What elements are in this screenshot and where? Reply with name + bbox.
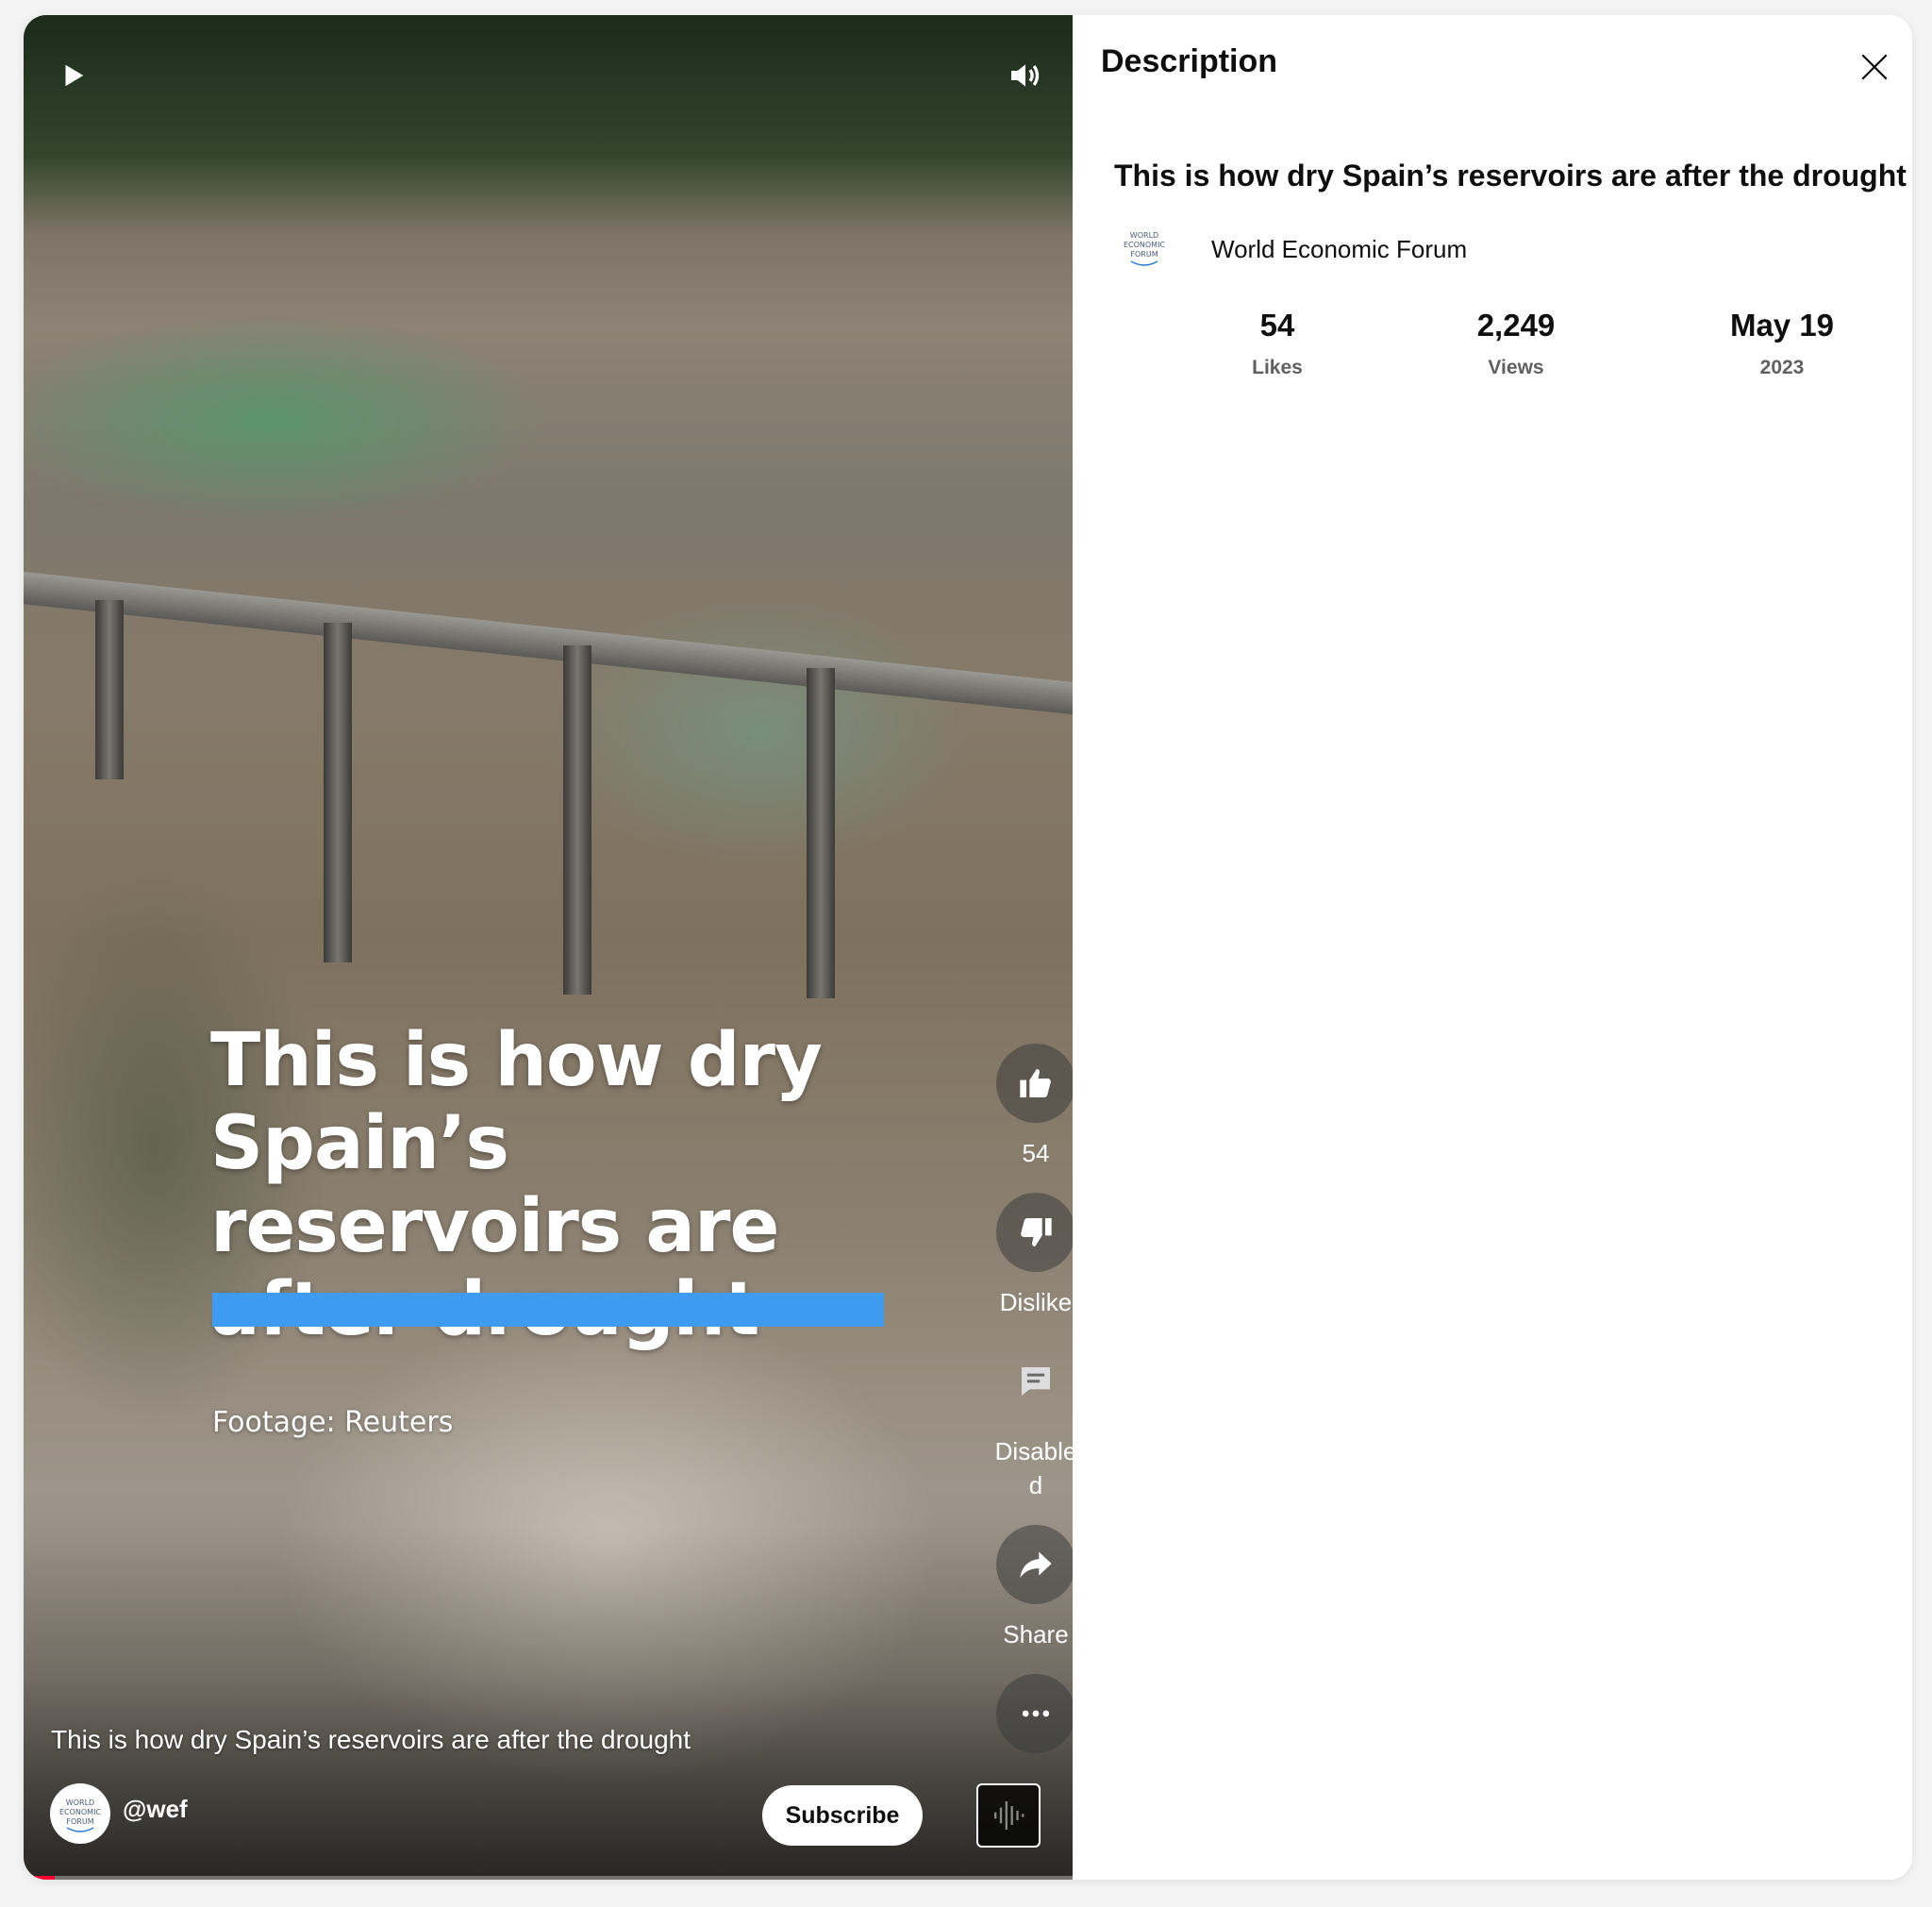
progress-bar[interactable] bbox=[24, 1876, 1073, 1880]
channel-logo-line-2: ECONOMIC bbox=[1124, 241, 1165, 249]
comment-icon bbox=[1022, 1367, 1050, 1396]
channel-logo[interactable]: WORLD ECONOMIC FORUM bbox=[1114, 228, 1174, 272]
subscribe-button[interactable]: Subscribe bbox=[762, 1785, 923, 1846]
channel-logo-line-1: WORLD bbox=[1130, 231, 1158, 240]
sound-button[interactable] bbox=[976, 1783, 1041, 1848]
like-action[interactable]: 54 bbox=[967, 1044, 1073, 1170]
dislike-action[interactable]: Dislike bbox=[967, 1193, 1073, 1319]
stat-label: Likes bbox=[1252, 357, 1303, 378]
volume-button[interactable] bbox=[999, 49, 1052, 102]
channel-handle[interactable]: @wef bbox=[123, 1795, 188, 1824]
avatar-logo-line-2: ECONOMIC bbox=[59, 1808, 101, 1816]
more-action[interactable] bbox=[967, 1674, 1073, 1753]
video-shade bbox=[24, 15, 1073, 1880]
comments-action: Disable d bbox=[967, 1342, 1073, 1502]
video-caption[interactable]: This is how dry Spain’s reservoirs are a… bbox=[51, 1725, 691, 1755]
stat-date: May 19 2023 bbox=[1678, 308, 1886, 379]
share-label: Share bbox=[1003, 1620, 1069, 1648]
play-button[interactable] bbox=[46, 49, 99, 102]
stat-value: 54 bbox=[1259, 308, 1295, 343]
thumbs-down-icon bbox=[1021, 1218, 1052, 1246]
stat-label: Views bbox=[1488, 357, 1544, 378]
video-overlay-credit: Footage: Reuters bbox=[212, 1406, 454, 1439]
dislike-label: Dislike bbox=[999, 1288, 1073, 1316]
panel-title: Description bbox=[1101, 43, 1278, 79]
shorts-viewer: This is how dry Spain’s reservoirs are a… bbox=[24, 15, 1912, 1880]
stat-label: 2023 bbox=[1759, 357, 1805, 378]
close-button[interactable] bbox=[1851, 43, 1898, 91]
stat-likes: 54 Likes bbox=[1174, 308, 1381, 379]
volume-icon bbox=[1011, 64, 1040, 87]
comments-button bbox=[996, 1342, 1073, 1421]
progress-fill bbox=[24, 1876, 56, 1880]
world-economic-forum-logo: WORLD ECONOMIC FORUM bbox=[1124, 231, 1165, 266]
like-button[interactable] bbox=[996, 1044, 1073, 1123]
dislike-button[interactable] bbox=[996, 1193, 1073, 1272]
sound-wave-icon bbox=[994, 1801, 1024, 1830]
channel-avatar[interactable]: WORLD ECONOMIC FORUM bbox=[50, 1783, 110, 1844]
stat-value: May 19 bbox=[1729, 308, 1835, 343]
share-action[interactable]: Share bbox=[967, 1525, 1073, 1651]
like-count: 54 bbox=[1022, 1139, 1050, 1167]
more-button[interactable] bbox=[996, 1674, 1073, 1753]
video-title: This is how dry Spain’s reservoirs are a… bbox=[1114, 159, 1907, 192]
world-economic-forum-logo: WORLD ECONOMIC FORUM bbox=[59, 1798, 101, 1832]
video-overlay-bar bbox=[212, 1293, 884, 1327]
more-dots-icon bbox=[1022, 1710, 1050, 1717]
thumbs-up-icon bbox=[1020, 1069, 1051, 1097]
description-panel: Description This is how dry Spain’s rese… bbox=[1073, 15, 1912, 1880]
close-icon bbox=[1861, 54, 1888, 80]
stat-views: 2,249 Views bbox=[1412, 308, 1620, 379]
comments-label: Disable d bbox=[994, 1437, 1073, 1499]
avatar-logo-line-3: FORUM bbox=[66, 1817, 93, 1826]
share-arrow-icon bbox=[1020, 1551, 1052, 1579]
channel-logo-line-3: FORUM bbox=[1130, 250, 1158, 259]
channel-name[interactable]: World Economic Forum bbox=[1211, 235, 1467, 264]
stat-value: 2,249 bbox=[1476, 308, 1556, 343]
share-button[interactable] bbox=[996, 1525, 1073, 1604]
video-player[interactable]: This is how dry Spain’s reservoirs are a… bbox=[24, 15, 1073, 1880]
play-icon bbox=[65, 64, 84, 87]
avatar-logo-line-1: WORLD bbox=[66, 1798, 94, 1807]
